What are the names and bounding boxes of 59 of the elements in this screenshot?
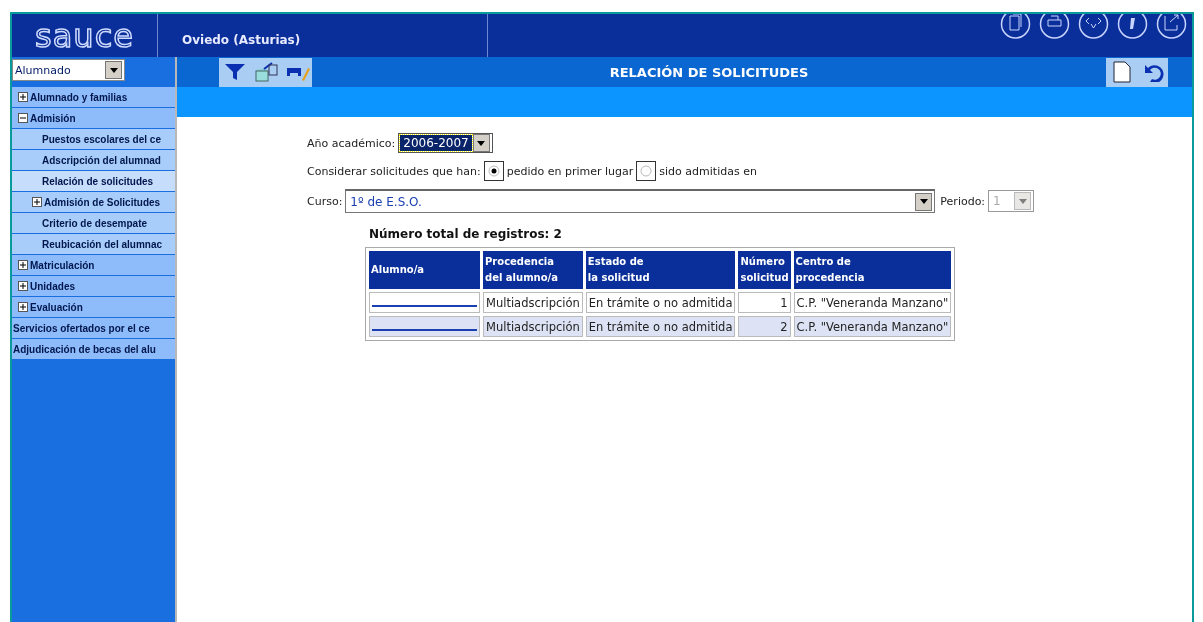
column-header: Número solicitud xyxy=(738,251,791,289)
dropdown-arrow-icon xyxy=(1018,198,1027,204)
expand-icon[interactable] xyxy=(32,197,42,207)
year-select[interactable]: 2006-2007 xyxy=(398,133,493,153)
dropdown-arrow-icon xyxy=(919,199,928,204)
table-cell: Multiadscripción xyxy=(483,292,583,313)
table-cell: Multiadscripción xyxy=(483,316,583,337)
table-cell: 1 xyxy=(738,292,791,313)
sidebar-item[interactable]: Adjudicación de becas del alu xyxy=(12,339,175,360)
column-header: Centro de procedencia xyxy=(793,251,952,289)
info-icon[interactable] xyxy=(1116,14,1149,41)
expand-icon[interactable] xyxy=(18,260,28,270)
expand-icon[interactable] xyxy=(18,92,28,102)
radio-button[interactable] xyxy=(636,161,657,181)
period-label: Periodo: xyxy=(940,194,986,208)
printer-icon[interactable] xyxy=(1038,14,1071,41)
sidebar-item[interactable]: Relación de solicitudes xyxy=(12,171,175,192)
funnel-icon xyxy=(223,62,246,82)
exit-icon[interactable] xyxy=(1155,14,1188,41)
collapse-icon[interactable] xyxy=(18,113,28,123)
sidebar-item[interactable]: Unidades xyxy=(12,276,175,297)
column-header: Procedencia del alumno/a xyxy=(483,251,583,289)
dropdown-arrow-icon xyxy=(477,140,486,146)
column-header: Alumno/a xyxy=(369,251,480,289)
table-cell: C.P. "Veneranda Manzano" xyxy=(793,292,952,313)
expand-icon[interactable] xyxy=(18,281,28,291)
sidebar-item[interactable]: Puestos escolares del ce xyxy=(12,129,175,150)
document-icon xyxy=(1112,61,1131,83)
expand-icon[interactable] xyxy=(18,302,28,312)
sidebar-item[interactable]: Evaluación xyxy=(12,297,175,318)
dropdown-arrow-icon xyxy=(109,67,118,73)
table-cell: En trámite o no admitida xyxy=(585,292,736,313)
radio-button[interactable] xyxy=(483,161,504,181)
undo-button[interactable] xyxy=(1137,57,1168,87)
sidebar-item[interactable]: Admisión xyxy=(12,108,175,129)
sidebar-item[interactable]: Adscripción del alumnad xyxy=(12,150,175,171)
table-cell: En trámite o no admitida xyxy=(585,316,736,337)
column-header: Estado de la solicitud xyxy=(585,251,736,289)
table-cell: 2 xyxy=(738,316,791,337)
filter-button[interactable] xyxy=(219,57,250,87)
year-label: Año académico: xyxy=(307,136,396,150)
option-label: pedido en primer lugar xyxy=(506,164,634,178)
record-count: Número total de registros: 2 xyxy=(369,227,563,241)
course-label: Curso: xyxy=(307,194,343,208)
document-icon[interactable] xyxy=(999,14,1032,41)
new-document-button[interactable] xyxy=(1106,57,1137,87)
sidebar-item[interactable]: Alumnado y familias xyxy=(12,87,175,108)
consider-label: Considerar solicitudes que han: xyxy=(307,164,481,178)
sidebar-item[interactable]: Criterio de desempate xyxy=(12,213,175,234)
edit-button[interactable] xyxy=(281,57,312,87)
course-select[interactable]: 1º de E.S.O. xyxy=(345,189,936,213)
sidebar-item[interactable]: Admisión de Solicitudes xyxy=(12,192,175,213)
table-cell: C.P. "Veneranda Manzano" xyxy=(793,316,952,337)
option-label: sido admitidas en xyxy=(659,164,757,178)
sidebar-item[interactable]: Servicios ofertados por el ce xyxy=(12,318,175,339)
module-select[interactable]: Alumnado xyxy=(12,59,125,81)
page-title: RELACIÓN DE SOLICITUDES xyxy=(608,64,810,80)
sidebar-item[interactable]: Reubicación del alumnac xyxy=(12,234,175,255)
sidebar-item[interactable]: Matriculación xyxy=(12,255,175,276)
